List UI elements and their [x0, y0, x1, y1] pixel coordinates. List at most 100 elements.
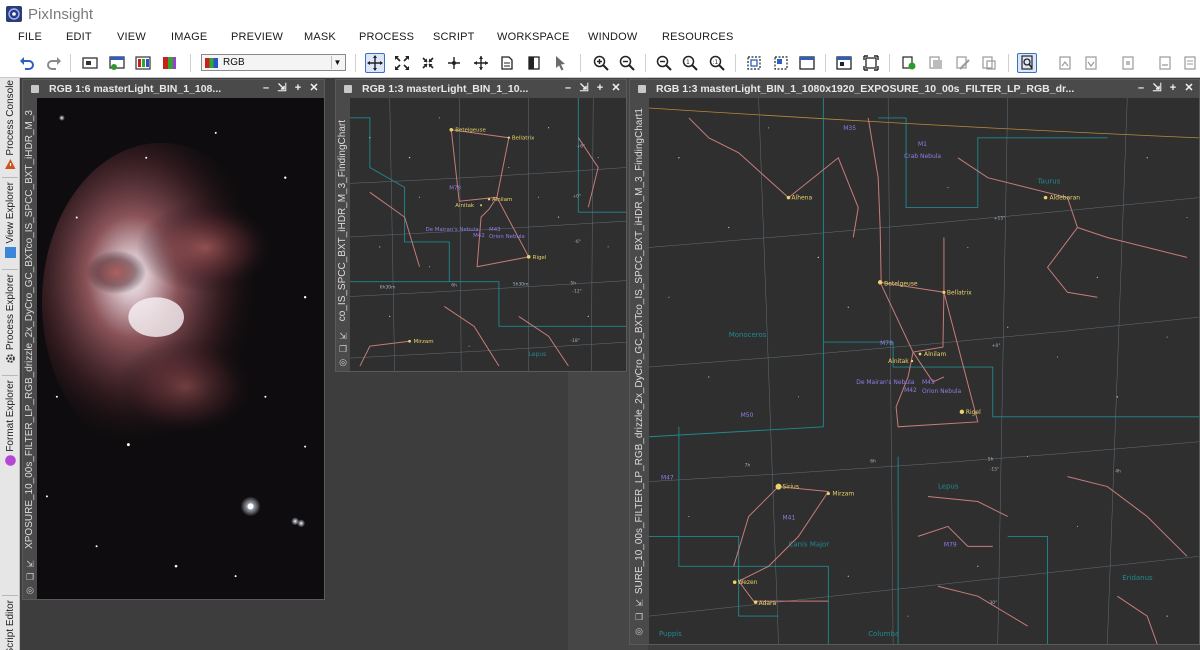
- tab-process-console[interactable]: Process Console: [0, 80, 20, 170]
- image-window-nebula[interactable]: RGB 1:6 masterLight_BIN_1_108... – ⇲ + ✕…: [22, 79, 325, 600]
- target-icon[interactable]: ◎: [25, 585, 35, 595]
- menu-mask[interactable]: MASK: [304, 31, 336, 43]
- window-menu-icon[interactable]: [31, 85, 39, 93]
- chevron-down-icon[interactable]: ▼: [331, 56, 343, 69]
- rgb-select-value: RGB: [223, 57, 245, 68]
- label-m1: M1: [918, 141, 927, 148]
- label-bellatrix: Bellatrix: [947, 289, 972, 296]
- shade-icon[interactable]: –: [260, 82, 272, 94]
- redo-icon[interactable]: [44, 53, 64, 73]
- center-icon[interactable]: [471, 53, 491, 73]
- fit-window-icon[interactable]: [418, 53, 438, 73]
- zoom-in-2-icon[interactable]: [654, 53, 674, 73]
- stf-icon-4[interactable]: [1155, 53, 1175, 73]
- maximize-icon[interactable]: +: [1167, 82, 1179, 94]
- fit-view-icon[interactable]: [392, 53, 412, 73]
- target-icon[interactable]: ◎: [338, 357, 348, 367]
- image-window-chart-small[interactable]: RGB 1:3 masterLight_BIN_1_10... – ⇲ + ✕ …: [335, 79, 627, 372]
- tab-script-editor[interactable]: Script Editor: [0, 600, 20, 650]
- close-icon[interactable]: ✕: [1183, 82, 1195, 94]
- mask-invert-icon[interactable]: [953, 53, 973, 73]
- label-m42: M42: [473, 233, 485, 239]
- zoom-in-icon[interactable]: [591, 53, 611, 73]
- stf-active-icon[interactable]: [1017, 53, 1037, 73]
- new-preview-icon[interactable]: [744, 53, 764, 73]
- menu-view[interactable]: VIEW: [117, 31, 146, 43]
- stf-icon-5[interactable]: [1180, 53, 1200, 73]
- label-alnilam: Alnilam: [924, 351, 946, 358]
- tab-process-explorer[interactable]: Process Explorer: [0, 274, 20, 364]
- image-new-icon[interactable]: [80, 53, 100, 73]
- mask-show-icon[interactable]: [899, 53, 919, 73]
- collapse-icon[interactable]: ⇲: [578, 82, 590, 94]
- target-icon[interactable]: ◎: [634, 626, 644, 636]
- stf-icon-3[interactable]: [1118, 53, 1138, 73]
- collapse-icon[interactable]: ⇲: [276, 82, 288, 94]
- edit-preview-icon[interactable]: [797, 53, 817, 73]
- pointer-icon[interactable]: [550, 53, 570, 73]
- stf-icon-1[interactable]: [1055, 53, 1075, 73]
- menu-edit[interactable]: EDIT: [66, 31, 92, 43]
- shrink-icon[interactable]: ⇲: [25, 559, 35, 569]
- window-side-strip: SURE_10_00s_FILTER_LP_RGB_drizzle_2x_DyC…: [630, 98, 649, 644]
- sidebar-separator: [2, 177, 18, 178]
- image-window-chart-large[interactable]: RGB 1:3 masterLight_BIN_1_1080x1920_EXPO…: [629, 79, 1200, 645]
- copy-icon[interactable]: ❐: [338, 344, 348, 354]
- copy-icon[interactable]: ❐: [25, 572, 35, 582]
- maximize-icon[interactable]: +: [594, 82, 606, 94]
- menu-image[interactable]: IMAGE: [171, 31, 207, 43]
- finding-chart-large[interactable]: Alhena Aldebaran Betelgeuse Bellatrix Al…: [649, 98, 1199, 644]
- menu-resources[interactable]: RESOURCES: [662, 31, 733, 43]
- window-title-bar[interactable]: RGB 1:3 masterLight_BIN_1_1080x1920_EXPO…: [630, 80, 1199, 98]
- close-icon[interactable]: ✕: [308, 82, 320, 94]
- sidebar-separator: [2, 595, 18, 596]
- label-ra-5h: 5h: [988, 457, 994, 463]
- menu-file[interactable]: FILE: [18, 31, 42, 43]
- fullscreen-icon[interactable]: [861, 53, 881, 73]
- zoom-out-icon[interactable]: [617, 53, 637, 73]
- stf-icon-2[interactable]: [1081, 53, 1101, 73]
- zoom-1-icon[interactable]: :1: [707, 53, 727, 73]
- window-menu-icon[interactable]: [344, 85, 352, 93]
- label-puppis: Puppis: [659, 630, 682, 638]
- copy-icon[interactable]: ❐: [634, 612, 644, 622]
- nebula-image[interactable]: [37, 98, 324, 599]
- menu-process[interactable]: PROCESS: [359, 31, 414, 43]
- select-preview-icon[interactable]: [771, 53, 791, 73]
- nebula-photo: [37, 98, 324, 599]
- undo-icon[interactable]: [17, 53, 37, 73]
- readout-icon[interactable]: [497, 53, 517, 73]
- label-columba: Columba: [868, 630, 899, 638]
- collapse-icon[interactable]: ⇲: [1151, 82, 1163, 94]
- mask-icon[interactable]: [524, 53, 544, 73]
- menu-script[interactable]: SCRIPT: [433, 31, 475, 43]
- finding-chart-small[interactable]: Betelgeuse Bellatrix Alnilam Alnitak Rig…: [350, 98, 626, 371]
- zoom-fit-icon[interactable]: 1: [680, 53, 700, 73]
- mask-new-icon[interactable]: [926, 53, 946, 73]
- menu-workspace[interactable]: WORKSPACE: [497, 31, 570, 43]
- label-bellatrix: Bellatrix: [512, 136, 535, 142]
- rgb-mode-select[interactable]: RGB ▼: [201, 54, 346, 71]
- maximize-icon[interactable]: +: [292, 82, 304, 94]
- rgb-icon[interactable]: [159, 53, 179, 73]
- zoom-move-icon[interactable]: [444, 53, 464, 73]
- pan-icon[interactable]: [365, 53, 385, 73]
- menu-window[interactable]: WINDOW: [588, 31, 637, 43]
- shade-icon[interactable]: –: [562, 82, 574, 94]
- shrink-icon[interactable]: ⇲: [634, 598, 644, 608]
- transparency-icon[interactable]: [834, 53, 854, 73]
- shrink-icon[interactable]: ⇲: [338, 331, 348, 341]
- image-info-icon[interactable]: [107, 53, 127, 73]
- rgb-swatch-icon: [205, 57, 218, 68]
- channels-icon[interactable]: [133, 53, 153, 73]
- tab-format-explorer[interactable]: Format Explorer: [0, 380, 20, 466]
- mask-remove-icon[interactable]: [979, 53, 999, 73]
- label-m42: M42: [904, 387, 917, 394]
- menu-preview[interactable]: PREVIEW: [231, 31, 283, 43]
- close-icon[interactable]: ✕: [610, 82, 622, 94]
- shade-icon[interactable]: –: [1135, 82, 1147, 94]
- window-menu-icon[interactable]: [638, 85, 646, 93]
- tab-view-explorer[interactable]: View Explorer: [0, 182, 20, 258]
- label-adara: Adara: [759, 600, 777, 607]
- label-aldebaran: Aldebaran: [1050, 195, 1081, 202]
